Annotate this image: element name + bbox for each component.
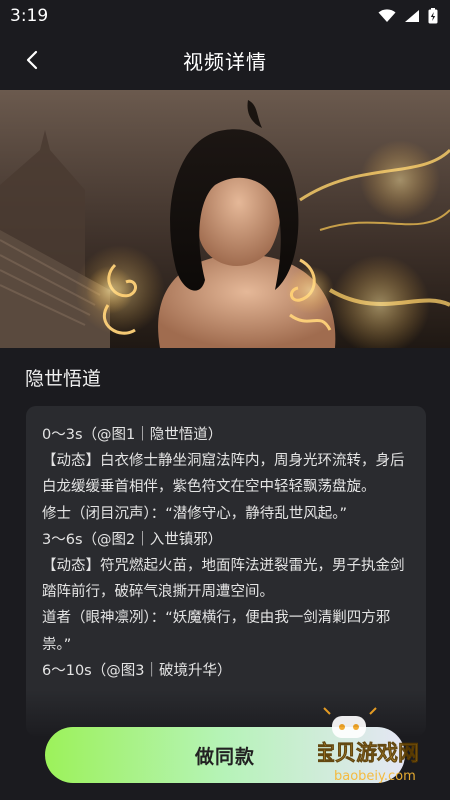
prompt-card[interactable]: 0～3s（@图1｜隐世悟道） 【动态】白衣修士静坐洞窟法阵内，周身光环流转，身后白… bbox=[26, 406, 426, 736]
wifi-icon bbox=[378, 9, 396, 22]
status-bar: 3:19 bbox=[0, 0, 450, 32]
prompt-line: 0～3s（@图1｜隐世悟道） bbox=[42, 427, 223, 443]
back-button[interactable] bbox=[14, 42, 50, 78]
prompt-line: 【动态】白衣修士静坐洞窟法阵内，周身光环流转，身后白龙缓缓垂首相伴，紫色符文在空… bbox=[42, 453, 405, 496]
video-cover-image[interactable] bbox=[0, 90, 450, 348]
svg-text:宝贝游戏网: 宝贝游戏网 bbox=[318, 741, 419, 765]
signal-icon bbox=[405, 10, 419, 22]
status-icons bbox=[378, 8, 438, 24]
status-time: 3:19 bbox=[10, 6, 49, 26]
header: 视频详情 bbox=[0, 32, 450, 88]
prompt-text: 0～3s（@图1｜隐世悟道） 【动态】白衣修士静坐洞窟法阵内，周身光环流转，身后白… bbox=[26, 406, 426, 684]
make-same-label: 做同款 bbox=[194, 745, 255, 768]
prompt-line: 3～6s（@图2｜入世镇邪） bbox=[42, 531, 223, 548]
cover-illustration bbox=[0, 90, 450, 348]
page-title: 视频详情 bbox=[183, 49, 267, 74]
chevron-left-icon bbox=[26, 50, 38, 70]
prompt-line: 道者（眼神凛冽）：“妖魔横行，便由我一剑清剿四方邪祟。” bbox=[42, 610, 391, 653]
prompt-line: 【动态】符咒燃起火苗，地面阵法迸裂雷光，男子执金剑踏阵前行，破碎气浪撕开周遭空间… bbox=[42, 558, 405, 601]
watermark-logo: 宝贝游戏网 baobeiy.com bbox=[318, 707, 419, 784]
svg-text:baobeiy.com: baobeiy.com bbox=[334, 769, 416, 784]
video-title: 隐世悟道 bbox=[25, 368, 102, 390]
prompt-line: 6～10s（@图3｜破境升华） bbox=[42, 662, 232, 679]
battery-charging-icon bbox=[428, 8, 438, 24]
prompt-line: 修士（闭目沉声）：“潜修守心，静待乱世风起。” bbox=[42, 505, 348, 522]
